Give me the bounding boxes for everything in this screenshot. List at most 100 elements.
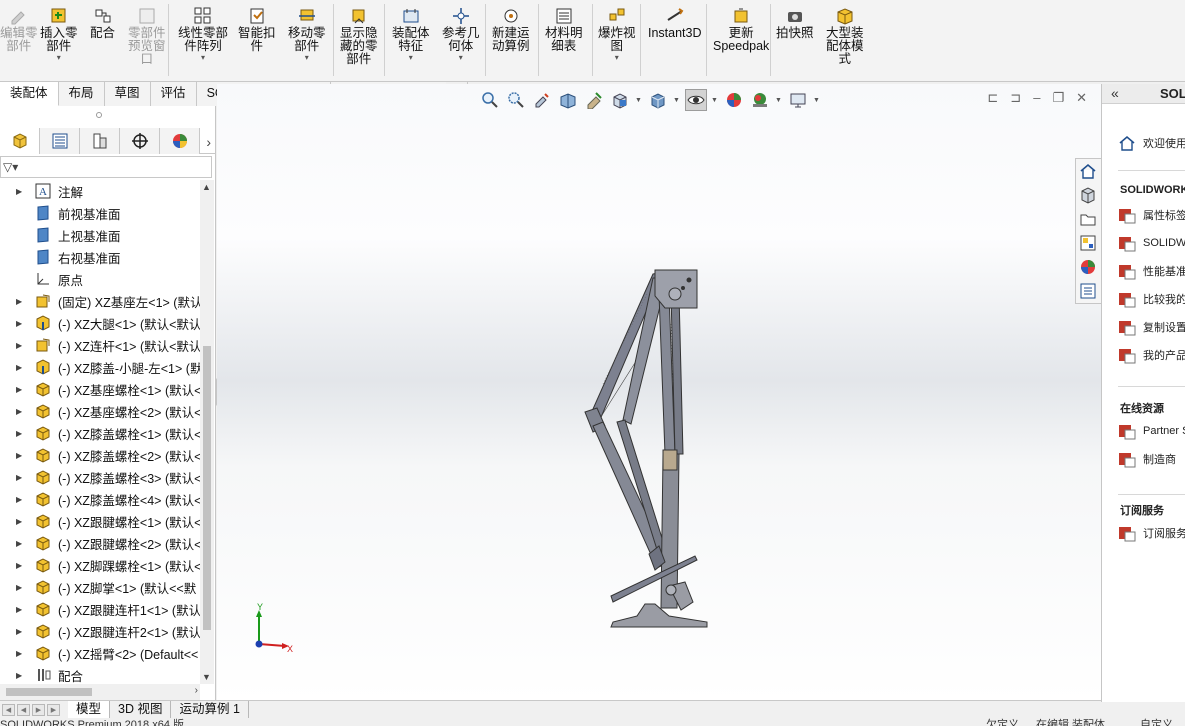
ribbon-button-0[interactable]: 编辑零 部件 <box>0 6 38 53</box>
expand-arrow-icon[interactable]: ▶ <box>0 429 34 438</box>
expand-arrow-icon[interactable]: ▶ <box>0 671 34 680</box>
view-orientation-button[interactable] <box>609 89 631 111</box>
items1-item[interactable]: 属性标签 <box>1118 206 1185 224</box>
view-settings-dropdown[interactable]: ▼ <box>813 97 821 104</box>
ribbon-button-9[interactable]: 参考几 何体 ▾ <box>442 6 480 62</box>
ribbon-button-7[interactable]: 显示隐 藏的零 部件 <box>340 6 378 66</box>
next-tab-button[interactable]: ▶ <box>32 703 45 716</box>
expand-arrow-icon[interactable]: ▶ <box>0 187 34 196</box>
tree-row[interactable]: ▶ 配合 <box>0 664 200 686</box>
ribbon-button-2[interactable]: 配合 <box>90 6 115 40</box>
scroll-up-arrow[interactable]: ▲ <box>202 182 211 192</box>
tree-row[interactable]: ▶ (-) XZ跟腱螺栓<1> (默认< <box>0 510 200 532</box>
tree-row[interactable]: ▶ (-) XZ跟腱连杆1<1> (默认 <box>0 598 200 620</box>
expand-arrow-icon[interactable]: ▶ <box>0 517 34 526</box>
expand-arrow-icon[interactable]: ▶ <box>0 385 34 394</box>
chevron-down-icon[interactable]: ▾ <box>305 54 309 62</box>
scroll-down-arrow[interactable]: ▼ <box>202 672 211 682</box>
expand-arrow-icon[interactable]: ▶ <box>0 583 34 592</box>
custom-properties-tab[interactable] <box>1076 279 1100 303</box>
ribbon-button-11[interactable]: 材料明 细表 <box>545 6 583 53</box>
minimize-icon[interactable]: – <box>1033 90 1040 106</box>
view-settings-button[interactable] <box>787 89 809 111</box>
dynamic-annotation-button[interactable] <box>583 89 605 111</box>
chevron-down-icon[interactable]: ▾ <box>201 54 205 62</box>
tree-row[interactable]: 右视基准面 <box>0 246 200 268</box>
items1-item[interactable]: 比较我的 <box>1118 290 1185 308</box>
expand-arrow-icon[interactable]: ▶ <box>0 341 34 350</box>
ribbon-button-16[interactable]: 大型装 配体模 式 <box>826 6 864 66</box>
scroll-thumb[interactable] <box>203 346 211 630</box>
previous-view-button[interactable] <box>531 89 553 111</box>
welcome-link[interactable]: 欢迎使用 <box>1118 134 1185 152</box>
section-view-button[interactable] <box>557 89 579 111</box>
tree-row[interactable]: ▶ A 注解 <box>0 180 200 202</box>
items1-item[interactable]: 性能基准 <box>1118 262 1185 280</box>
expand-arrow-icon[interactable]: ▶ <box>0 363 34 372</box>
tree-row[interactable]: ▶ (-) XZ膝盖螺栓<1> (默认< <box>0 422 200 444</box>
tile-left-icon[interactable]: ⊏ <box>987 90 998 106</box>
scene-dropdown[interactable]: ▼ <box>775 97 783 104</box>
expand-arrow-icon[interactable]: ▶ <box>0 319 34 328</box>
tree-horizontal-scrollbar[interactable]: › <box>0 684 200 700</box>
feature-manager-tab[interactable] <box>0 128 40 154</box>
status-custom[interactable]: 自定义 <box>1140 718 1173 726</box>
ribbon-button-4[interactable]: 线性零部 件阵列 ▾ <box>178 6 228 62</box>
ribbon-button-14[interactable]: 更新 Speedpak <box>713 6 769 53</box>
bottom-tab-2[interactable]: 运动算例 1 <box>171 701 249 718</box>
chevron-down-icon[interactable]: ▾ <box>57 54 61 62</box>
expand-arrow-icon[interactable]: ▶ <box>0 297 34 306</box>
tree-row[interactable]: ▶ (-) XZ膝盖螺栓<2> (默认< <box>0 444 200 466</box>
hide-show-items-button[interactable] <box>685 89 707 111</box>
expand-arrow-icon[interactable]: ▶ <box>0 451 34 460</box>
bottom-tab-1[interactable]: 3D 视图 <box>110 701 172 718</box>
ribbon-button-3[interactable]: 零部件 预览窗 口 <box>128 6 166 66</box>
tab-2[interactable]: 草图 <box>105 82 151 106</box>
tree-row[interactable]: ▶ (-) XZ膝盖螺栓<3> (默认< <box>0 466 200 488</box>
ribbon-button-5[interactable]: 智能扣 件 <box>238 6 276 53</box>
tree-row[interactable]: ▶ (-) XZ膝盖螺栓<4> (默认< <box>0 488 200 510</box>
view-orientation-dropdown[interactable]: ▼ <box>635 97 643 104</box>
tabs-more-chevron[interactable]: › <box>206 134 211 150</box>
view-palette-tab[interactable] <box>1076 231 1100 255</box>
robot-leg-model[interactable] <box>557 264 717 634</box>
close-icon[interactable]: ✕ <box>1076 90 1087 106</box>
tree-row[interactable]: ▶ (-) XZ基座螺栓<1> (默认< <box>0 378 200 400</box>
items1-item[interactable]: SOLIDW <box>1118 234 1185 252</box>
collapse-task-pane-icon[interactable]: « <box>1111 85 1119 101</box>
display-style-button[interactable] <box>647 89 669 111</box>
scroll-right-arrow[interactable]: › <box>195 685 198 696</box>
display-style-dropdown[interactable]: ▼ <box>673 97 681 104</box>
tree-row[interactable]: ▶ (-) XZ基座螺栓<2> (默认< <box>0 400 200 422</box>
expand-arrow-icon[interactable]: ▶ <box>0 473 34 482</box>
items3-item[interactable]: 订阅服务 <box>1118 524 1185 542</box>
property-manager-tab[interactable] <box>40 128 80 154</box>
hide-show-dropdown[interactable]: ▼ <box>711 97 719 104</box>
tab-0[interactable]: 装配体 <box>0 82 59 106</box>
expand-arrow-icon[interactable]: ▶ <box>0 605 34 614</box>
expand-arrow-icon[interactable]: ▶ <box>0 539 34 548</box>
panel-split-handle[interactable] <box>96 112 102 118</box>
ribbon-button-15[interactable]: 拍快照 <box>776 6 814 40</box>
tree-row[interactable]: ▶ (固定) XZ基座左<1> (默认 <box>0 290 200 312</box>
graphics-area[interactable]: ▼ ▼ ▼ ▼ ▼ ⊏ ⊐ – ❐ ✕ Y X <box>217 84 1101 702</box>
expand-arrow-icon[interactable]: ▶ <box>0 627 34 636</box>
tree-row[interactable]: ▶ (-) XZ膝盖-小腿-左<1> (默 <box>0 356 200 378</box>
first-tab-button[interactable]: ◀ <box>2 703 15 716</box>
edit-appearance-button[interactable] <box>723 89 745 111</box>
tree-row[interactable]: ▶ (-) XZ跟腱连杆2<1> (默认 <box>0 620 200 642</box>
tree-row[interactable]: ▶ (-) XZ摇臂<2> (Default<< <box>0 642 200 664</box>
bottom-tab-0[interactable]: 模型 <box>68 701 111 718</box>
display-manager-tab[interactable] <box>160 128 200 154</box>
design-library-tab[interactable] <box>1076 183 1100 207</box>
items2-item[interactable]: Partner S <box>1118 422 1185 440</box>
chevron-down-icon[interactable]: ▾ <box>615 54 619 62</box>
ribbon-button-6[interactable]: 移动零 部件 ▾ <box>288 6 326 62</box>
ribbon-button-12[interactable]: 爆炸视 图 ▾ <box>598 6 636 62</box>
last-tab-button[interactable]: ▶ <box>47 703 60 716</box>
expand-arrow-icon[interactable]: ▶ <box>0 495 34 504</box>
tree-row[interactable]: 上视基准面 <box>0 224 200 246</box>
tree-row[interactable]: ▶ (-) XZ脚踝螺栓<1> (默认< <box>0 554 200 576</box>
ribbon-button-1[interactable]: 插入零 部件 ▾ <box>40 6 78 62</box>
ribbon-button-8[interactable]: 装配体 特征 ▾ <box>392 6 430 62</box>
